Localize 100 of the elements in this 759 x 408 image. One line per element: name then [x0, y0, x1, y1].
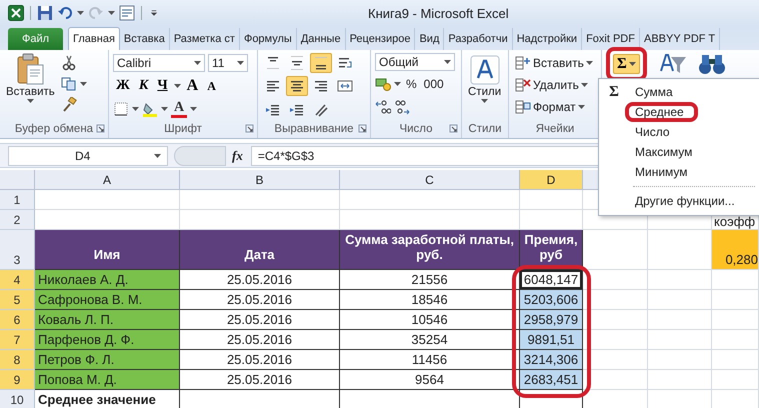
row-header[interactable]: 3 — [0, 230, 35, 270]
font-color-button[interactable]: A — [171, 100, 188, 118]
currency-icon[interactable] — [375, 76, 391, 92]
row-header[interactable]: 6 — [0, 310, 35, 330]
row-header[interactable]: 7 — [0, 330, 35, 350]
alignment-button[interactable] — [310, 53, 332, 73]
menu-item[interactable]: Другие функции... — [625, 191, 749, 211]
table-cell — [648, 370, 712, 390]
borders-icon[interactable] — [113, 101, 129, 117]
increase-decimal-icon[interactable] — [375, 99, 391, 115]
table-cell: 35254 — [340, 330, 520, 350]
table-cell — [712, 310, 759, 330]
dialog-launcher-icon[interactable] — [358, 124, 367, 133]
column-header[interactable]: B — [180, 170, 340, 190]
table-cell — [583, 370, 648, 390]
italic-button[interactable]: К — [136, 78, 152, 94]
align-top-icon — [265, 55, 281, 71]
styles-button[interactable]: Стили — [466, 55, 504, 120]
table-cell: Премия, руб — [520, 230, 583, 270]
format-painter-icon[interactable] — [60, 97, 77, 113]
format-cells-button[interactable]: Формат — [513, 97, 595, 117]
align-bottom-icon — [313, 55, 329, 71]
undo-icon[interactable] — [57, 5, 73, 21]
menu-item[interactable]: Число — [625, 122, 684, 142]
autosum-button[interactable]: Σ — [613, 54, 640, 74]
scissors-icon[interactable] — [60, 55, 77, 71]
row-header[interactable]: 2 — [0, 210, 35, 230]
decrease-decimal-icon[interactable] — [394, 99, 410, 115]
dialog-launcher-icon[interactable] — [96, 124, 105, 133]
table-cell — [712, 370, 759, 390]
table-cell — [583, 350, 648, 370]
table-cell: Сафронова В. М. — [35, 290, 180, 310]
group-label: Число — [399, 122, 433, 134]
column-header[interactable]: C — [340, 170, 520, 190]
table-cell: Сумма заработной платы, руб. — [340, 230, 520, 270]
copy-icon[interactable] — [60, 76, 77, 92]
thousands-button[interactable]: 000 — [422, 74, 446, 94]
ribbon-tab[interactable]: Файл — [8, 28, 64, 50]
table-cell: 6048,147 — [520, 270, 583, 290]
table-cell: 2683,451 — [520, 370, 583, 390]
row-header[interactable]: 9 — [0, 370, 35, 390]
group-label: Буфер обмена — [14, 122, 94, 134]
group-label: Выравнивание — [274, 122, 354, 134]
delete-cells-button[interactable]: Удалить — [513, 75, 595, 95]
table-cell — [648, 350, 712, 370]
insert-function-button[interactable]: fx — [232, 148, 243, 164]
format-cells-icon — [515, 99, 531, 115]
dialog-launcher-icon[interactable] — [449, 124, 458, 133]
column-header[interactable]: A — [35, 170, 180, 190]
table-cell: Николаев А. Д. — [35, 270, 180, 290]
table-cell: 10546 — [340, 310, 520, 330]
alignment-button[interactable] — [286, 76, 308, 96]
table-cell — [583, 270, 648, 290]
bold-button[interactable]: Ж — [113, 78, 133, 94]
underline-button[interactable]: Ч — [154, 78, 171, 94]
ribbon-tab[interactable]: Главная — [68, 27, 120, 50]
table-cell — [712, 290, 759, 310]
table-cell — [583, 310, 648, 330]
column-header[interactable]: D — [520, 170, 583, 190]
grow-font-button[interactable]: A — [184, 77, 202, 95]
group-label: Ячейки — [536, 122, 574, 134]
paste-button[interactable]: Вставить — [4, 53, 57, 120]
table-cell: 25.05.2016 — [180, 310, 340, 330]
menu-item[interactable]: Среднее — [625, 102, 698, 122]
insert-cells-icon — [515, 55, 531, 71]
insert-cells-button[interactable]: Вставить — [513, 53, 595, 73]
menu-item[interactable]: Сумма — [625, 82, 687, 102]
row-header[interactable]: 5 — [0, 290, 35, 310]
table-cell: Петров Ф. Л. — [35, 350, 180, 370]
clipboard-icon — [15, 53, 46, 85]
name-box[interactable]: D4 — [8, 146, 168, 166]
font-field[interactable]: Calibri — [113, 54, 205, 72]
number-format-field[interactable]: Общий — [375, 53, 455, 71]
fill-color-icon[interactable] — [142, 101, 158, 117]
font-size-field[interactable]: 11 — [208, 54, 248, 72]
group-label: Шрифт — [164, 122, 202, 134]
table-cell: 18546 — [340, 290, 520, 310]
table-cell: Дата — [180, 230, 340, 270]
table-cell: Попова М. Д. — [35, 370, 180, 390]
styles-icon — [470, 55, 500, 85]
dialog-launcher-icon[interactable] — [245, 124, 254, 133]
save-icon[interactable] — [37, 5, 53, 21]
table-cell: 25.05.2016 — [180, 350, 340, 370]
row-header[interactable]: 10 — [0, 390, 35, 408]
table-cell: 21556 — [340, 270, 520, 290]
percent-button[interactable]: % — [404, 74, 419, 94]
form-icon[interactable] — [119, 5, 135, 21]
align-right-icon — [313, 78, 329, 94]
row-header[interactable]: 4 — [0, 270, 35, 290]
table-cell: Имя — [35, 230, 180, 270]
table-cell — [712, 270, 759, 290]
row-header[interactable]: 8 — [0, 350, 35, 370]
table-cell: Среднее значение — [35, 390, 180, 408]
table-cell: Парфенов Д. Ф. — [35, 330, 180, 350]
row-header[interactable]: 1 — [0, 190, 35, 210]
table-cell — [712, 330, 759, 350]
table-cell: 0,280 — [712, 230, 759, 270]
text-orientation-icon — [313, 102, 329, 118]
table-cell — [648, 310, 712, 330]
shrink-font-button[interactable]: A — [204, 78, 219, 94]
